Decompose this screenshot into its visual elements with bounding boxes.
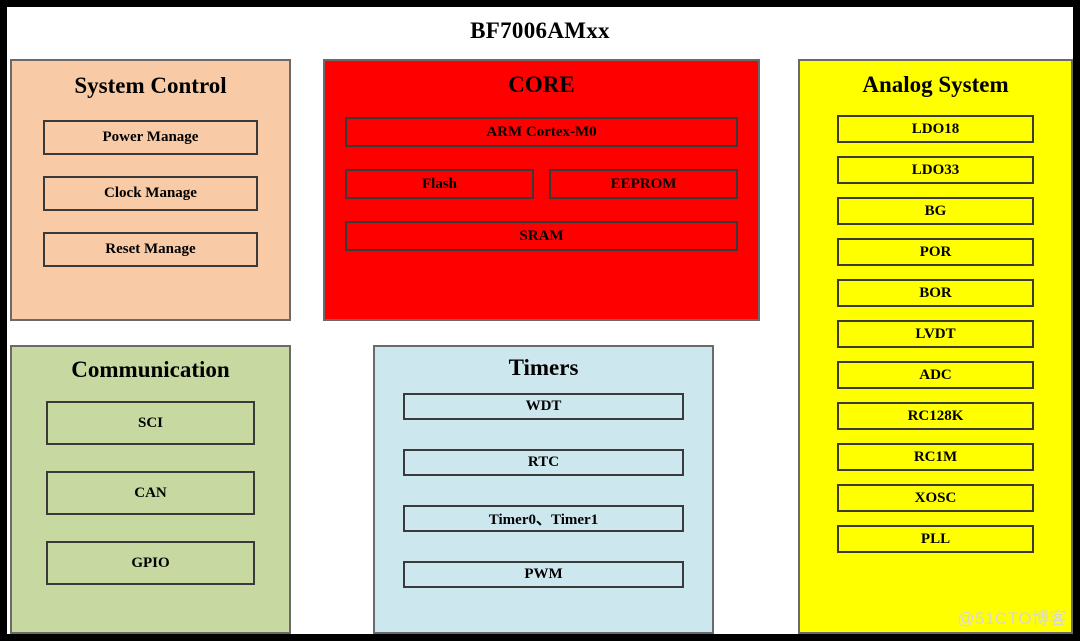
chip-block-diagram: BF7006AMxx System Control Power Manage C…	[0, 0, 1080, 641]
block-core: CORE ARM Cortex-M0 Flash EEPROM SRAM	[323, 59, 760, 321]
block-title-system-control: System Control	[74, 73, 227, 98]
diagram-title-bar: BF7006AMxx	[7, 7, 1073, 55]
core-memory-row: Flash EEPROM	[345, 169, 738, 199]
block-system-control: System Control Power Manage Clock Manage…	[10, 59, 291, 321]
item-timer0-timer1[interactable]: Timer0、Timer1	[403, 505, 684, 532]
block-title-core: CORE	[508, 72, 575, 97]
item-arm-cortex-m0[interactable]: ARM Cortex-M0	[345, 117, 738, 147]
item-pll[interactable]: PLL	[837, 525, 1034, 553]
item-rc128k[interactable]: RC128K	[837, 402, 1034, 430]
item-ldo33[interactable]: LDO33	[837, 156, 1034, 184]
item-bor[interactable]: BOR	[837, 279, 1034, 307]
item-power-manage[interactable]: Power Manage	[43, 120, 258, 155]
item-lvdt[interactable]: LVDT	[837, 320, 1034, 348]
item-flash[interactable]: Flash	[345, 169, 534, 199]
item-wdt[interactable]: WDT	[403, 393, 684, 420]
core-item-list: ARM Cortex-M0 Flash EEPROM SRAM	[325, 117, 758, 273]
block-title-timers: Timers	[508, 355, 579, 380]
item-xosc[interactable]: XOSC	[837, 484, 1034, 512]
item-can[interactable]: CAN	[46, 471, 255, 515]
item-clock-manage[interactable]: Clock Manage	[43, 176, 258, 211]
block-title-communication: Communication	[71, 357, 230, 382]
item-reset-manage[interactable]: Reset Manage	[43, 232, 258, 267]
item-eeprom[interactable]: EEPROM	[549, 169, 738, 199]
system-control-item-list: Power Manage Clock Manage Reset Manage	[12, 120, 289, 288]
block-analog-system: Analog System LDO18 LDO33 BG POR BOR LVD…	[798, 59, 1073, 634]
item-sram[interactable]: SRAM	[345, 221, 738, 251]
page-title: BF7006AMxx	[470, 18, 610, 43]
block-title-analog-system: Analog System	[862, 72, 1009, 97]
item-rtc[interactable]: RTC	[403, 449, 684, 476]
communication-item-list: SCI CAN GPIO	[12, 401, 289, 611]
block-timers: Timers WDT RTC Timer0、Timer1 PWM	[373, 345, 714, 634]
block-communication: Communication SCI CAN GPIO	[10, 345, 291, 634]
item-adc[interactable]: ADC	[837, 361, 1034, 389]
item-rc1m[interactable]: RC1M	[837, 443, 1034, 471]
timers-item-list: WDT RTC Timer0、Timer1 PWM	[375, 393, 712, 617]
item-ldo18[interactable]: LDO18	[837, 115, 1034, 143]
item-gpio[interactable]: GPIO	[46, 541, 255, 585]
item-por[interactable]: POR	[837, 238, 1034, 266]
analog-system-item-list: LDO18 LDO33 BG POR BOR LVDT ADC RC128K R…	[800, 115, 1071, 566]
item-pwm[interactable]: PWM	[403, 561, 684, 588]
item-bg[interactable]: BG	[837, 197, 1034, 225]
item-sci[interactable]: SCI	[46, 401, 255, 445]
